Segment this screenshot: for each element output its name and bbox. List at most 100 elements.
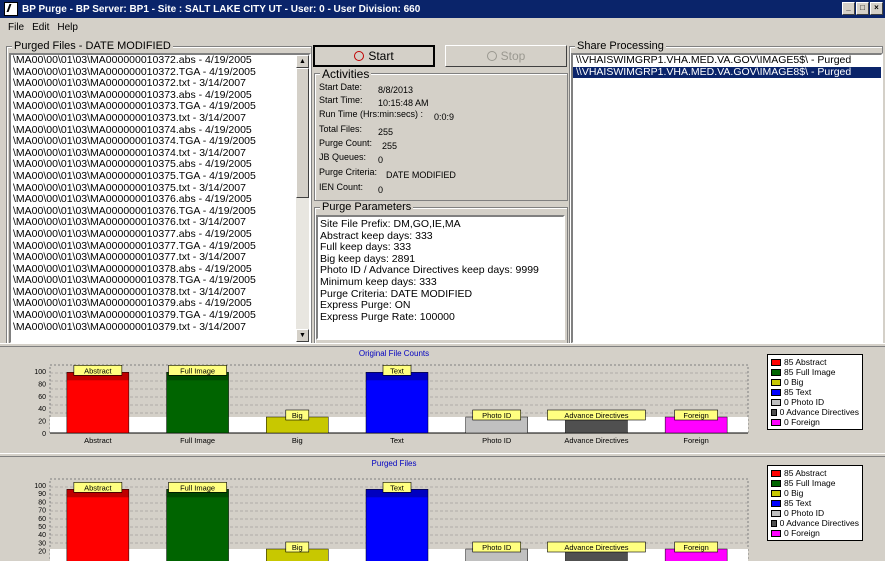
list-item[interactable]: \MA00\00\01\03\MA000000010377.abs - 4/19… — [11, 228, 309, 241]
y-tick-label: 100 — [34, 369, 46, 376]
close-icon[interactable]: × — [870, 2, 883, 15]
legend-entry: 0 Photo ID — [771, 397, 859, 407]
ien-count-value: 0 — [378, 185, 384, 195]
legend-entry: 85 Text — [771, 498, 859, 508]
start-date-value: 8/8/2013 — [378, 85, 414, 95]
y-tick-label: 0 — [42, 431, 46, 438]
scroll-up-icon[interactable]: ▲ — [296, 55, 309, 68]
menu-file[interactable]: File — [8, 22, 24, 33]
legend-entry: 0 Photo ID — [771, 508, 859, 518]
data-label: Big — [292, 411, 303, 420]
x-tick-label: Foreign — [683, 436, 708, 445]
bar — [166, 372, 229, 434]
share-processing-list[interactable]: \\VHAISWIMGRP1.VHA.MED.VA.GOV\IMAGE5$\ -… — [571, 53, 883, 344]
list-item[interactable]: \MA00\00\01\03\MA000000010377.txt - 3/14… — [11, 251, 309, 264]
legend-swatch — [771, 398, 781, 406]
y-tick-label: 80 — [38, 499, 46, 506]
maximize-icon[interactable]: □ — [856, 2, 869, 15]
data-label: Text — [390, 483, 405, 492]
legend-entry: 0 Advance Directives — [771, 407, 859, 417]
share-row[interactable]: \\VHAISWIMGRP1.VHA.MED.VA.GOV\IMAGE5$\ -… — [573, 55, 881, 67]
scroll-thumb[interactable] — [296, 68, 309, 198]
purge-parameter-line: Express Purge Rate: 100000 — [320, 310, 455, 323]
purge-criteria-value: DATE MODIFIED — [386, 170, 456, 180]
x-tick-label: Full Image — [180, 436, 215, 445]
data-label: Foreign — [683, 411, 708, 420]
y-tick-label: 20 — [38, 549, 46, 556]
list-item[interactable]: \MA00\00\01\03\MA000000010373.txt - 3/14… — [11, 112, 309, 125]
purged-files-list[interactable]: \MA00\00\01\03\MA000000010372.abs - 4/19… — [9, 53, 311, 344]
legend-entry: 85 Full Image — [771, 478, 859, 488]
legend-entry: 0 Big — [771, 488, 859, 498]
legend-entry: 0 Foreign — [771, 528, 859, 538]
legend-label: 85 Abstract — [784, 468, 827, 478]
legend-label: 0 Photo ID — [784, 508, 825, 518]
app-icon — [4, 2, 18, 16]
legend-entry: 0 Big — [771, 377, 859, 387]
purged-files-scrollbar[interactable]: ▲ ▼ — [296, 55, 309, 342]
data-label: Abstract — [84, 366, 112, 375]
bar — [66, 372, 130, 434]
legend-entry: 0 Advance Directives — [771, 518, 859, 528]
legend-label: 0 Foreign — [784, 417, 820, 427]
legend-label: 85 Text — [784, 498, 812, 508]
legend-entry: 0 Foreign — [771, 417, 859, 427]
menu-bar: File Edit Help — [0, 18, 885, 36]
legend-swatch — [771, 378, 781, 386]
menu-edit[interactable]: Edit — [32, 22, 49, 33]
start-date-label: Start Date: — [319, 82, 363, 92]
legend-swatch — [771, 418, 781, 426]
data-label: Full Image — [180, 483, 215, 492]
jb-queues-value: 0 — [378, 155, 384, 165]
x-tick-label: Advance Directives — [564, 436, 628, 445]
bar — [66, 489, 130, 561]
menu-help[interactable]: Help — [57, 22, 78, 33]
start-label: Start — [368, 49, 394, 63]
legend-swatch — [771, 529, 781, 537]
legend-swatch — [771, 469, 781, 477]
data-label: Full Image — [180, 366, 215, 375]
start-button[interactable]: Start — [313, 45, 435, 67]
y-tick-label: 20 — [38, 419, 46, 426]
data-label: Advance Directives — [564, 411, 628, 420]
list-item[interactable]: \MA00\00\01\03\MA000000010375.TGA - 4/19… — [11, 170, 309, 183]
legend-label: 0 Foreign — [784, 528, 820, 538]
list-item[interactable]: \MA00\00\01\03\MA000000010379.txt - 3/14… — [11, 321, 309, 334]
y-tick-label: 30 — [38, 540, 46, 547]
x-tick-label: Photo ID — [482, 436, 512, 445]
purged-files-pane: Purged Files 20 30 40 50 60 70 80 90 100 Abstract F… — [0, 457, 885, 561]
chart-title: Original File Counts — [359, 349, 429, 358]
original-file-counts-pane: Original File Counts 0 20 40 60 80 100 Abstract… — [0, 347, 885, 453]
list-item[interactable]: \MA00\00\01\03\MA000000010379.TGA - 4/19… — [11, 309, 309, 322]
list-item[interactable]: \MA00\00\01\03\MA000000010374.TGA - 4/19… — [11, 136, 309, 148]
legend-swatch — [771, 519, 777, 527]
purge-parameters-title: Purge Parameters — [320, 201, 414, 213]
window-title: BP Purge - BP Server: BP1 - Site : SALT … — [22, 3, 421, 15]
y-tick-label: 40 — [38, 406, 46, 413]
data-label: Text — [390, 366, 405, 375]
legend-swatch — [771, 479, 781, 487]
original-file-counts-chart: Original File Counts 0 20 40 60 80 100 Abstract… — [34, 349, 749, 445]
share-row[interactable]: \\VHAISWIMGRP1.VHA.MED.VA.GOV\IMAGE8$\ -… — [573, 66, 881, 79]
legend-label: 0 Photo ID — [784, 397, 825, 407]
legend-entry: 85 Abstract — [771, 357, 859, 367]
y-tick-label: 60 — [38, 516, 46, 523]
list-item[interactable]: \MA00\00\01\03\MA000000010372.abs - 4/19… — [11, 55, 309, 67]
purge-parameter-line: Minimum keep days: 333 — [320, 275, 437, 288]
legend-swatch — [771, 408, 777, 416]
scroll-down-icon[interactable]: ▼ — [296, 329, 309, 342]
stop-label: Stop — [500, 49, 526, 63]
minimize-icon[interactable]: _ — [842, 2, 855, 15]
total-files-value: 255 — [378, 127, 394, 137]
data-label: Advance Directives — [564, 543, 628, 552]
purged-files-legend: 85 Abstract 85 Full Image 0 Big 85 Text 0 Ph… — [767, 465, 863, 541]
jb-queues-label: JB Queues: — [319, 152, 367, 162]
purged-files-chart: Purged Files 20 3040506070 8090100 Abstract F… — [34, 459, 749, 561]
total-files-label: Total Files: — [319, 124, 363, 134]
share-processing-title: Share Processing — [575, 40, 666, 52]
list-item[interactable]: \MA00\00\01\03\MA000000010376.abs - 4/19… — [11, 194, 309, 206]
y-tick-label: 70 — [38, 508, 46, 515]
run-time-value: 0:0:9 — [434, 112, 455, 122]
y-tick-label: 100 — [34, 483, 46, 490]
stop-button[interactable]: Stop — [445, 45, 567, 67]
